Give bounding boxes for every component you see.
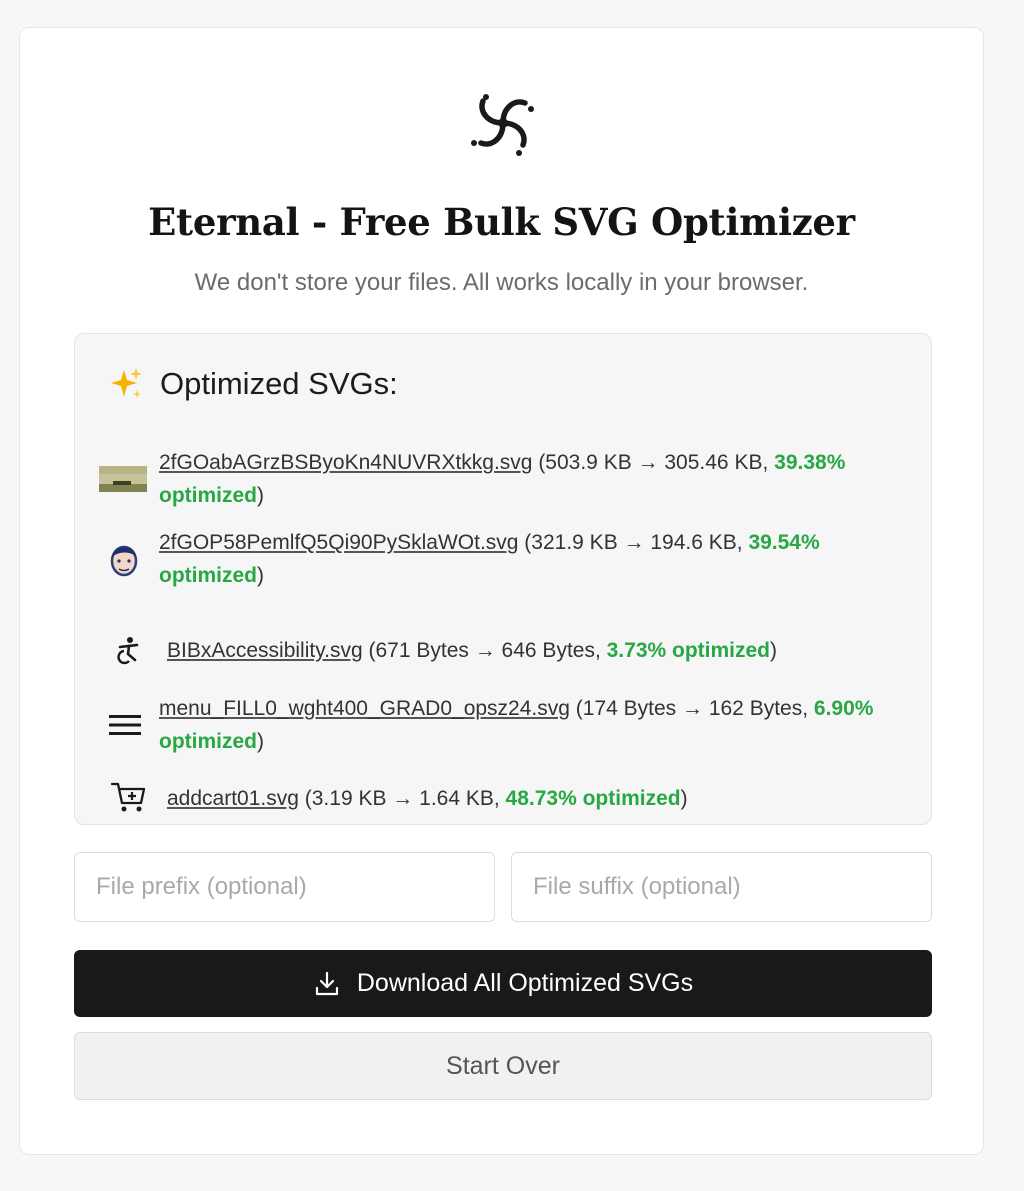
add-cart-icon (99, 768, 159, 828)
file-stats: (503.9 KB → 305.46 KB, (532, 451, 775, 474)
list-item: 2fGOP58PemlfQ5Qi90PySklaWOt.svg (321.9 K… (99, 526, 909, 592)
file-stats: (3.19 KB → 1.64 KB, (298, 786, 506, 810)
download-all-button[interactable]: Download All Optimized SVGs (74, 950, 932, 1017)
list-item: BIBxAccessibility.svg (671 Bytes → 646 B… (99, 620, 909, 680)
file-link[interactable]: 2fGOP58PemlfQ5Qi90PySklaWOt.svg (159, 531, 518, 554)
file-info: 2fGOabAGrzBSByoKn4NUVRXtkkg.svg (503.9 K… (159, 446, 909, 512)
results-panel: Optimized SVGs: 2fGOabAGrzBSByoKn4NUVRXt… (74, 333, 932, 825)
filename-options (74, 852, 932, 924)
file-info: menu_FILL0_wght400_GRAD0_opsz24.svg (174… (159, 692, 909, 758)
file-link[interactable]: 2fGOabAGrzBSByoKn4NUVRXtkkg.svg (159, 451, 532, 474)
file-stats: (174 Bytes → 162 Bytes, (569, 697, 814, 720)
start-over-button[interactable]: Start Over (74, 1032, 932, 1100)
download-all-label: Download All Optimized SVGs (356, 969, 694, 997)
landscape-thumbnail-icon (99, 449, 159, 509)
file-link[interactable]: addcart01.svg (167, 787, 299, 810)
face-thumbnail-icon (99, 529, 159, 589)
file-link[interactable]: menu_FILL0_wght400_GRAD0_opsz24.svg (159, 697, 570, 720)
list-item: addcart01.svg (3.19 KB → 1.64 KB, 48.73%… (99, 768, 909, 828)
list-item: 2fGOabAGrzBSByoKn4NUVRXtkkg.svg (503.9 K… (99, 446, 909, 512)
download-icon (315, 971, 338, 995)
file-prefix-input[interactable] (74, 852, 495, 922)
file-stats-end: ) (257, 730, 264, 753)
file-info: BIBxAccessibility.svg (671 Bytes → 646 B… (167, 634, 777, 667)
file-stats-end: ) (770, 638, 778, 662)
file-stats-end: ) (680, 786, 688, 810)
list-item: menu_FILL0_wght400_GRAD0_opsz24.svg (174… (99, 692, 909, 758)
file-stats-end: ) (257, 484, 264, 507)
file-info: 2fGOP58PemlfQ5Qi90PySklaWOt.svg (321.9 K… (159, 526, 909, 592)
file-link[interactable]: BIBxAccessibility.svg (167, 639, 363, 662)
page-subtitle: We don't store your files. All works loc… (194, 269, 809, 296)
optimized-percent: 48.73% optimized (505, 786, 681, 810)
file-stats: (671 Bytes → 646 Bytes, (362, 638, 607, 662)
page-title: Eternal - Free Bulk SVG Optimizer (148, 200, 855, 244)
menu-icon (99, 695, 159, 755)
accessibility-icon (99, 620, 159, 680)
file-stats-end: ) (257, 564, 264, 587)
file-suffix-input[interactable] (511, 852, 932, 922)
file-stats: (321.9 KB → 194.6 KB, (518, 531, 749, 554)
file-list: 2fGOabAGrzBSByoKn4NUVRXtkkg.svg (503.9 K… (75, 334, 931, 824)
file-info: addcart01.svg (3.19 KB → 1.64 KB, 48.73%… (167, 782, 688, 815)
optimizer-card: Eternal - Free Bulk SVG Optimizer We don… (19, 27, 984, 1155)
optimized-percent: 3.73% optimized (606, 638, 771, 662)
swirl-logo-icon (471, 94, 534, 156)
